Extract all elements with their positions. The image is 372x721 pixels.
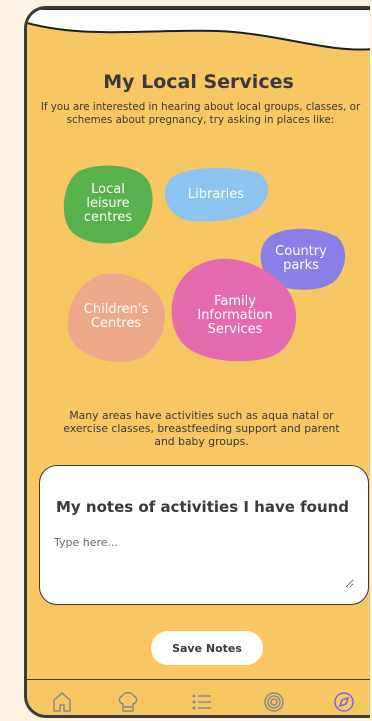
place-family-information-services: Family Information Services — [169, 257, 301, 363]
target-icon — [264, 692, 284, 712]
tab-target[interactable] — [261, 690, 287, 714]
notes-card: My notes of activities I have found — [39, 465, 369, 605]
intro-text: If you are interested in hearing about l… — [40, 101, 361, 126]
place-label: Local leisure centres — [59, 183, 157, 225]
home-icon — [53, 692, 71, 712]
activities-text: Many areas have activities such as aqua … — [63, 409, 340, 448]
top-wave-header — [27, 9, 370, 51]
tab-recipes[interactable] — [115, 690, 141, 714]
phone-frame: My Local Services If you are interested … — [24, 6, 370, 718]
compass-icon — [334, 692, 354, 712]
place-label-line: Information — [197, 308, 273, 324]
place-label-line: leisure — [86, 196, 130, 211]
place-local-leisure-centres: Local leisure centres — [59, 163, 157, 245]
place-label-line: Services — [207, 322, 263, 338]
save-notes-button[interactable]: Save Notes — [151, 631, 263, 665]
place-libraries: Libraries — [160, 165, 272, 225]
list-icon — [192, 694, 211, 710]
place-childrens-centres: Children's Centres — [65, 271, 167, 363]
chef-hat-icon — [118, 691, 138, 712]
notes-title: My notes of activities I have found — [56, 498, 350, 516]
place-label-line: Family — [214, 294, 256, 310]
place-label: Libraries — [160, 188, 272, 202]
notes-input[interactable] — [54, 536, 354, 588]
place-label-line: Local — [91, 182, 125, 197]
place-label: Family Information Services — [169, 295, 301, 337]
tab-home[interactable] — [49, 690, 75, 714]
place-label: Children's Centres — [65, 303, 167, 331]
tab-list[interactable] — [189, 690, 215, 714]
tab-explore[interactable] — [331, 690, 357, 714]
active-tab-indicator — [341, 716, 345, 718]
place-label-line: Centres — [90, 316, 142, 331]
place-label-line: centres — [83, 210, 133, 225]
place-label-line: Children's — [83, 302, 149, 317]
bottom-tab-bar — [27, 679, 370, 715]
page-title: My Local Services — [103, 71, 294, 93]
place-label-line: Libraries — [187, 187, 245, 202]
